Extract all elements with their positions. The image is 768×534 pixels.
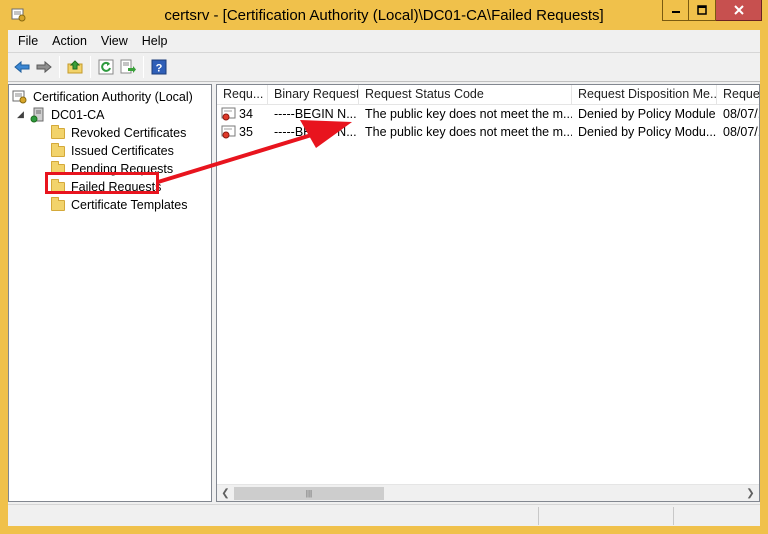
column-header-request-date[interactable]: Reques — [717, 85, 759, 105]
cell-binary-request: -----BEGIN N... — [274, 125, 357, 139]
cell-request-date: 08/07/... — [723, 107, 759, 121]
svg-text:?: ? — [156, 63, 163, 75]
back-arrow-icon — [14, 60, 30, 74]
results-list: Requ... Binary Request Request Status Co… — [216, 84, 760, 502]
annotation-highlight-box — [45, 172, 159, 194]
close-icon — [733, 5, 744, 15]
back-button[interactable] — [11, 56, 33, 78]
export-list-button[interactable] — [117, 56, 139, 78]
up-one-level-button[interactable] — [64, 56, 86, 78]
cell-request-disposition: Denied by Policy Modu... — [578, 125, 717, 139]
window-title: certsrv - [Certification Authority (Loca… — [164, 7, 604, 24]
collapse-icon[interactable]: ◢ — [17, 109, 24, 120]
toolbar-separator — [90, 56, 91, 78]
horizontal-scrollbar[interactable]: ❮ ||| ❯ — [217, 484, 759, 501]
toolbar: ? — [8, 52, 760, 82]
scrollbar-thumb[interactable]: ||| — [234, 487, 384, 500]
tree-item-certificate-templates[interactable]: Certificate Templates — [50, 196, 188, 214]
failed-request-icon — [221, 125, 236, 139]
tree-item-label: Certificate Templates — [71, 198, 188, 212]
request-id: 34 — [239, 107, 253, 121]
cell-binary-request: -----BEGIN N... — [274, 107, 357, 121]
table-row[interactable]: 35 -----BEGIN N... The public key does n… — [217, 123, 759, 141]
tree-item-certification-authority[interactable]: Certification Authority (Local) — [12, 88, 193, 106]
menu-file[interactable]: File — [11, 30, 45, 52]
cell-request-status-code: The public key does not meet the m... — [365, 125, 572, 139]
column-header-request-disposition[interactable]: Request Disposition Me... — [572, 85, 717, 105]
client-area: File Action View Help ? Certification Au… — [8, 30, 760, 526]
tree-item-label: Revoked Certificates — [71, 126, 187, 140]
menu-help[interactable]: Help — [135, 30, 175, 52]
tree-item-label: Issued Certificates — [71, 144, 174, 158]
menu-action[interactable]: Action — [45, 30, 94, 52]
tree-item-revoked-certificates[interactable]: Revoked Certificates — [50, 124, 186, 142]
cell-request-id: 34 — [217, 105, 268, 123]
help-button[interactable]: ? — [148, 56, 170, 78]
status-segment — [538, 507, 673, 525]
up-folder-icon — [67, 60, 83, 74]
cell-request-status-code: The public key does not meet the m... — [365, 107, 572, 121]
tree-item-label: DC01-CA — [51, 108, 105, 122]
certsrv-window: certsrv - [Certification Authority (Loca… — [0, 0, 768, 534]
maximize-icon — [697, 5, 707, 15]
column-header-binary-request[interactable]: Binary Request — [268, 85, 359, 105]
toolbar-separator — [143, 56, 144, 78]
folder-icon — [50, 142, 66, 159]
title-bar: certsrv - [Certification Authority (Loca… — [0, 0, 768, 30]
toolbar-separator — [59, 56, 60, 78]
tree-item-label: Certification Authority (Local) — [33, 90, 193, 104]
failed-request-icon — [221, 107, 236, 121]
tree-item-issued-certificates[interactable]: Issued Certificates — [50, 142, 174, 160]
cell-request-id: 35 — [217, 123, 268, 141]
tree-item-dc01-ca[interactable]: DC01-CA — [30, 106, 105, 124]
help-icon: ? — [151, 59, 167, 75]
menu-view[interactable]: View — [94, 30, 135, 52]
certification-authority-icon — [12, 89, 28, 105]
refresh-button[interactable] — [95, 56, 117, 78]
window-controls — [662, 0, 762, 21]
refresh-icon — [98, 59, 114, 75]
close-button[interactable] — [716, 0, 762, 21]
folder-icon — [50, 124, 66, 141]
status-bar — [8, 504, 760, 526]
minimize-button[interactable] — [662, 0, 689, 21]
list-header: Requ... Binary Request Request Status Co… — [217, 85, 759, 105]
scroll-right-icon[interactable]: ❯ — [742, 485, 759, 501]
forward-button[interactable] — [33, 56, 55, 78]
scroll-left-icon[interactable]: ❮ — [217, 485, 234, 501]
maximize-button[interactable] — [689, 0, 716, 21]
minimize-icon — [671, 11, 680, 13]
forward-arrow-icon — [36, 60, 52, 74]
cell-request-date: 08/07/... — [723, 125, 759, 139]
column-header-request-id[interactable]: Requ... — [217, 85, 268, 105]
ca-server-icon — [30, 107, 46, 123]
column-header-request-status-code[interactable]: Request Status Code — [359, 85, 572, 105]
cell-request-disposition: Denied by Policy Module — [578, 107, 716, 121]
export-list-icon — [120, 59, 136, 74]
table-row[interactable]: 34 -----BEGIN N... The public key does n… — [217, 105, 759, 123]
folder-icon — [50, 196, 66, 213]
console-tree: Certification Authority (Local) ◢ DC01-C… — [8, 84, 212, 502]
menu-bar: File Action View Help — [8, 30, 760, 52]
status-segment — [673, 507, 760, 525]
request-id: 35 — [239, 125, 253, 139]
